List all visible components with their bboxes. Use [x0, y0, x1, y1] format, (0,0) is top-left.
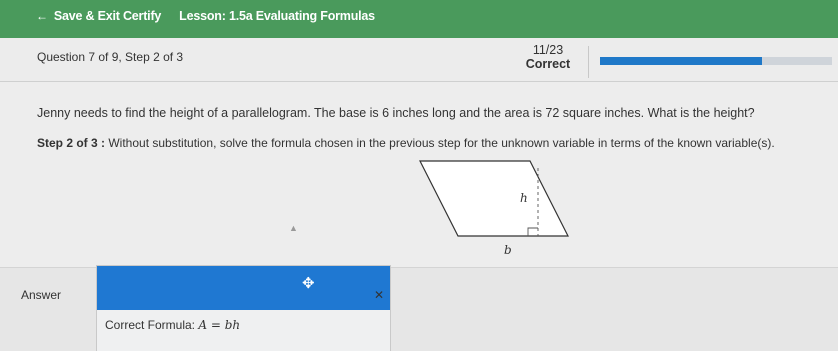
progress-bar-fill	[600, 57, 763, 65]
parallelogram-shape	[419, 160, 569, 237]
answer-input-panel[interactable]: ✥ ✕ Correct Formula: A = bh	[96, 265, 391, 351]
answer-panel-header[interactable]	[97, 266, 390, 310]
formula-value: A = bh	[198, 318, 241, 332]
back-arrow-icon[interactable]: ←	[36, 9, 48, 23]
step-label: Step 2 of 3 :	[37, 136, 106, 150]
score-label: Correct	[525, 57, 571, 71]
score-fraction: 11/23	[532, 43, 564, 57]
cursor-arrow-icon: ▲	[289, 223, 298, 233]
save-exit-link[interactable]: Save & Exit Certify	[54, 9, 162, 23]
top-nav: ← Save & Exit Certify Lesson: 1.5a Evalu…	[36, 9, 375, 23]
height-label: h	[520, 191, 528, 205]
question-header: Question 7 of 9, Step 2 of 3 11/23 Corre…	[0, 38, 838, 82]
close-icon[interactable]: ✕	[374, 288, 384, 302]
step-text: Without substitution, solve the formula …	[105, 136, 775, 150]
base-label: b	[504, 243, 512, 257]
question-content: Jenny needs to find the height of a para…	[0, 82, 838, 267]
question-step-indicator: Question 7 of 9, Step 2 of 3	[37, 50, 184, 64]
move-icon[interactable]: ✥	[302, 274, 315, 292]
score-display: 11/23 Correct	[518, 43, 578, 71]
answer-label: Answer	[21, 288, 62, 302]
progress-bar	[600, 57, 832, 65]
step-instruction: Step 2 of 3 : Without substitution, solv…	[37, 136, 775, 150]
problem-statement: Jenny needs to find the height of a para…	[37, 106, 755, 120]
top-bar: ← Save & Exit Certify Lesson: 1.5a Evalu…	[0, 0, 838, 38]
header-divider	[588, 46, 589, 78]
formula-prefix: Correct Formula:	[105, 318, 199, 332]
answer-row: Answer ✥ ✕ Correct Formula: A = bh	[0, 265, 838, 351]
parallelogram-figure: h b	[419, 160, 569, 257]
lesson-title: Lesson: 1.5a Evaluating Formulas	[179, 9, 375, 23]
correct-formula: Correct Formula: A = bh	[105, 318, 240, 332]
